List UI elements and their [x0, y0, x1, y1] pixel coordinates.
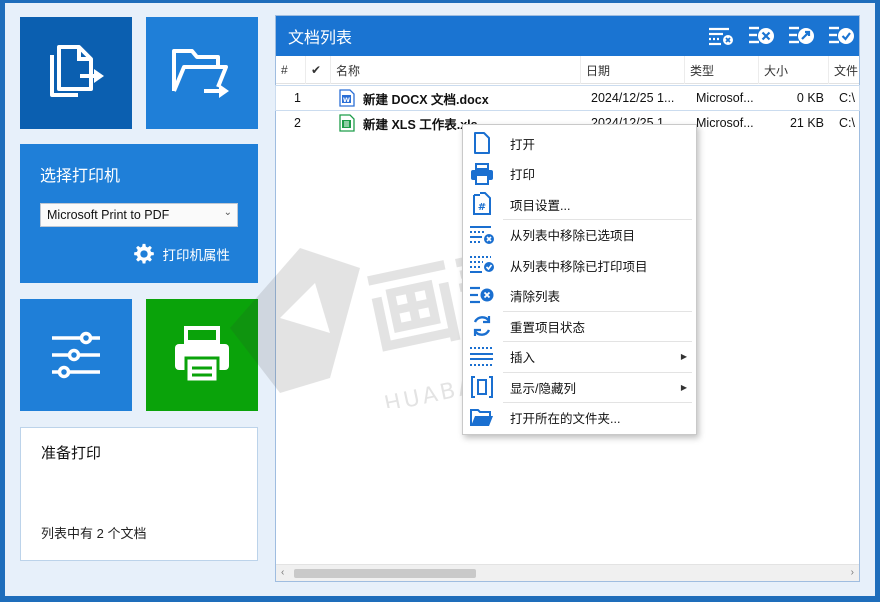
svg-text:W: W	[343, 96, 350, 104]
word-document-icon: W	[339, 89, 355, 107]
context-menu: 打开 打印 # 项目设置... 从列表中移除已选项目 从列表中移除已打印项目 清…	[462, 124, 697, 435]
menu-item-open[interactable]: 打开	[463, 128, 696, 159]
horizontal-scrollbar[interactable]: ‹ ›	[276, 564, 859, 581]
status-title: 准备打印	[41, 445, 102, 462]
column-header-type[interactable]: 类型	[685, 56, 759, 84]
menu-separator	[503, 341, 692, 342]
row-number: 1	[294, 91, 301, 105]
gear-icon	[133, 243, 154, 264]
row-name: 新建 XLS 工作表.xls	[363, 117, 478, 132]
list-header: 文档列表	[276, 16, 859, 56]
row-type: Microsof...	[696, 116, 754, 130]
status-panel: 准备打印 列表中有 2 个文档	[20, 427, 258, 561]
menu-item-label: 打印	[510, 168, 536, 183]
status-count: 列表中有 2 个文档	[41, 526, 147, 541]
menu-item-reset-status[interactable]: 重置项目状态	[463, 311, 696, 342]
row-number: 2	[294, 116, 301, 130]
columns-icon	[463, 372, 501, 402]
printer-select-value: Microsoft Print to PDF	[47, 208, 170, 222]
submenu-arrow-icon: ▶	[680, 382, 687, 392]
remove-printed-icon	[463, 250, 501, 280]
menu-item-insert[interactable]: 插入 ▶	[463, 342, 696, 373]
sliders-icon	[52, 331, 100, 379]
column-header-name[interactable]: 名称	[331, 56, 581, 84]
add-folder-button[interactable]	[146, 17, 258, 129]
reset-status-icon[interactable]	[787, 24, 815, 48]
menu-item-open-folder[interactable]: 打开所在的文件夹...	[463, 403, 696, 434]
add-folder-icon	[172, 49, 229, 98]
table-row[interactable]: 1 W 新建 DOCX 文档.docx 2024/12/25 1... Micr…	[275, 85, 860, 111]
menu-item-show-hide-columns[interactable]: 显示/隐藏列 ▶	[463, 372, 696, 403]
menu-item-item-settings[interactable]: # 项目设置...	[463, 189, 696, 220]
column-header-size[interactable]: 大小	[759, 56, 829, 84]
clear-list-icon	[463, 281, 501, 311]
column-header-check[interactable]: ✔	[306, 56, 331, 84]
column-header-path[interactable]: 文件	[829, 56, 861, 84]
chevron-down-icon: ⌄	[223, 207, 232, 218]
print-button[interactable]	[146, 299, 258, 411]
menu-item-label: 打开	[510, 137, 536, 152]
menu-item-label: 显示/隐藏列	[510, 381, 576, 396]
column-headers: # ✔ 名称 日期 类型 大小 文件	[276, 56, 859, 84]
menu-item-clear-list[interactable]: 清除列表	[463, 281, 696, 312]
svg-text:#: #	[478, 202, 486, 213]
add-files-icon	[50, 45, 104, 97]
printer-panel: 选择打印机 Microsoft Print to PDF ⌄ 打印机属性	[20, 144, 258, 283]
remove-selected-icon	[463, 220, 501, 250]
row-date: 2024/12/25 1...	[591, 91, 675, 105]
row-size: 0 KB	[796, 91, 824, 105]
app-window: 选择打印机 Microsoft Print to PDF ⌄ 打印机属性 准备打…	[5, 3, 875, 596]
column-header-number[interactable]: #	[276, 56, 306, 84]
menu-separator	[503, 402, 692, 403]
row-size: 21 KB	[789, 116, 824, 130]
menu-item-label: 项目设置...	[510, 198, 571, 213]
row-path: C:\	[839, 116, 855, 130]
menu-separator	[503, 372, 692, 373]
list-title: 文档列表	[288, 30, 353, 47]
remove-selected-icon[interactable]	[707, 24, 735, 48]
add-files-button[interactable]	[20, 17, 132, 129]
printer-icon	[175, 326, 229, 384]
clear-list-icon[interactable]	[747, 24, 775, 48]
scroll-thumb[interactable]	[294, 569, 476, 578]
folder-icon	[463, 403, 501, 433]
insert-icon	[463, 342, 501, 372]
menu-item-label: 从列表中移除已打印项目	[510, 259, 648, 274]
mark-printed-icon[interactable]	[827, 24, 855, 48]
printer-icon	[463, 159, 501, 189]
column-header-date[interactable]: 日期	[581, 56, 685, 84]
printer-title: 选择打印机	[40, 168, 121, 185]
menu-item-remove-selected[interactable]: 从列表中移除已选项目	[463, 220, 696, 251]
menu-item-label: 重置项目状态	[510, 320, 586, 335]
spreadsheet-document-icon	[339, 114, 355, 132]
menu-separator	[503, 311, 692, 312]
file-settings-icon: #	[463, 189, 501, 219]
row-name-cell: W 新建 DOCX 文档.docx	[339, 86, 579, 110]
printer-select[interactable]: Microsoft Print to PDF ⌄	[40, 203, 238, 227]
printer-properties-label: 打印机属性	[162, 248, 231, 263]
menu-separator	[503, 219, 692, 220]
menu-item-label: 清除列表	[510, 290, 561, 305]
file-icon	[463, 128, 501, 158]
menu-item-label: 插入	[510, 351, 536, 366]
submenu-arrow-icon: ▶	[680, 352, 687, 362]
menu-item-label: 从列表中移除已选项目	[510, 229, 636, 244]
row-path: C:\	[839, 91, 855, 105]
scroll-right-icon[interactable]: ›	[851, 567, 854, 578]
row-type: Microsof...	[696, 91, 754, 105]
settings-button[interactable]	[20, 299, 132, 411]
scroll-left-icon[interactable]: ‹	[281, 567, 284, 578]
printer-properties-button[interactable]: 打印机属性	[133, 243, 231, 265]
menu-item-print[interactable]: 打印	[463, 159, 696, 190]
row-name: 新建 DOCX 文档.docx	[363, 92, 489, 107]
menu-item-label: 打开所在的文件夹...	[510, 412, 621, 427]
menu-item-remove-printed[interactable]: 从列表中移除已打印项目	[463, 250, 696, 281]
reset-icon	[463, 311, 501, 341]
